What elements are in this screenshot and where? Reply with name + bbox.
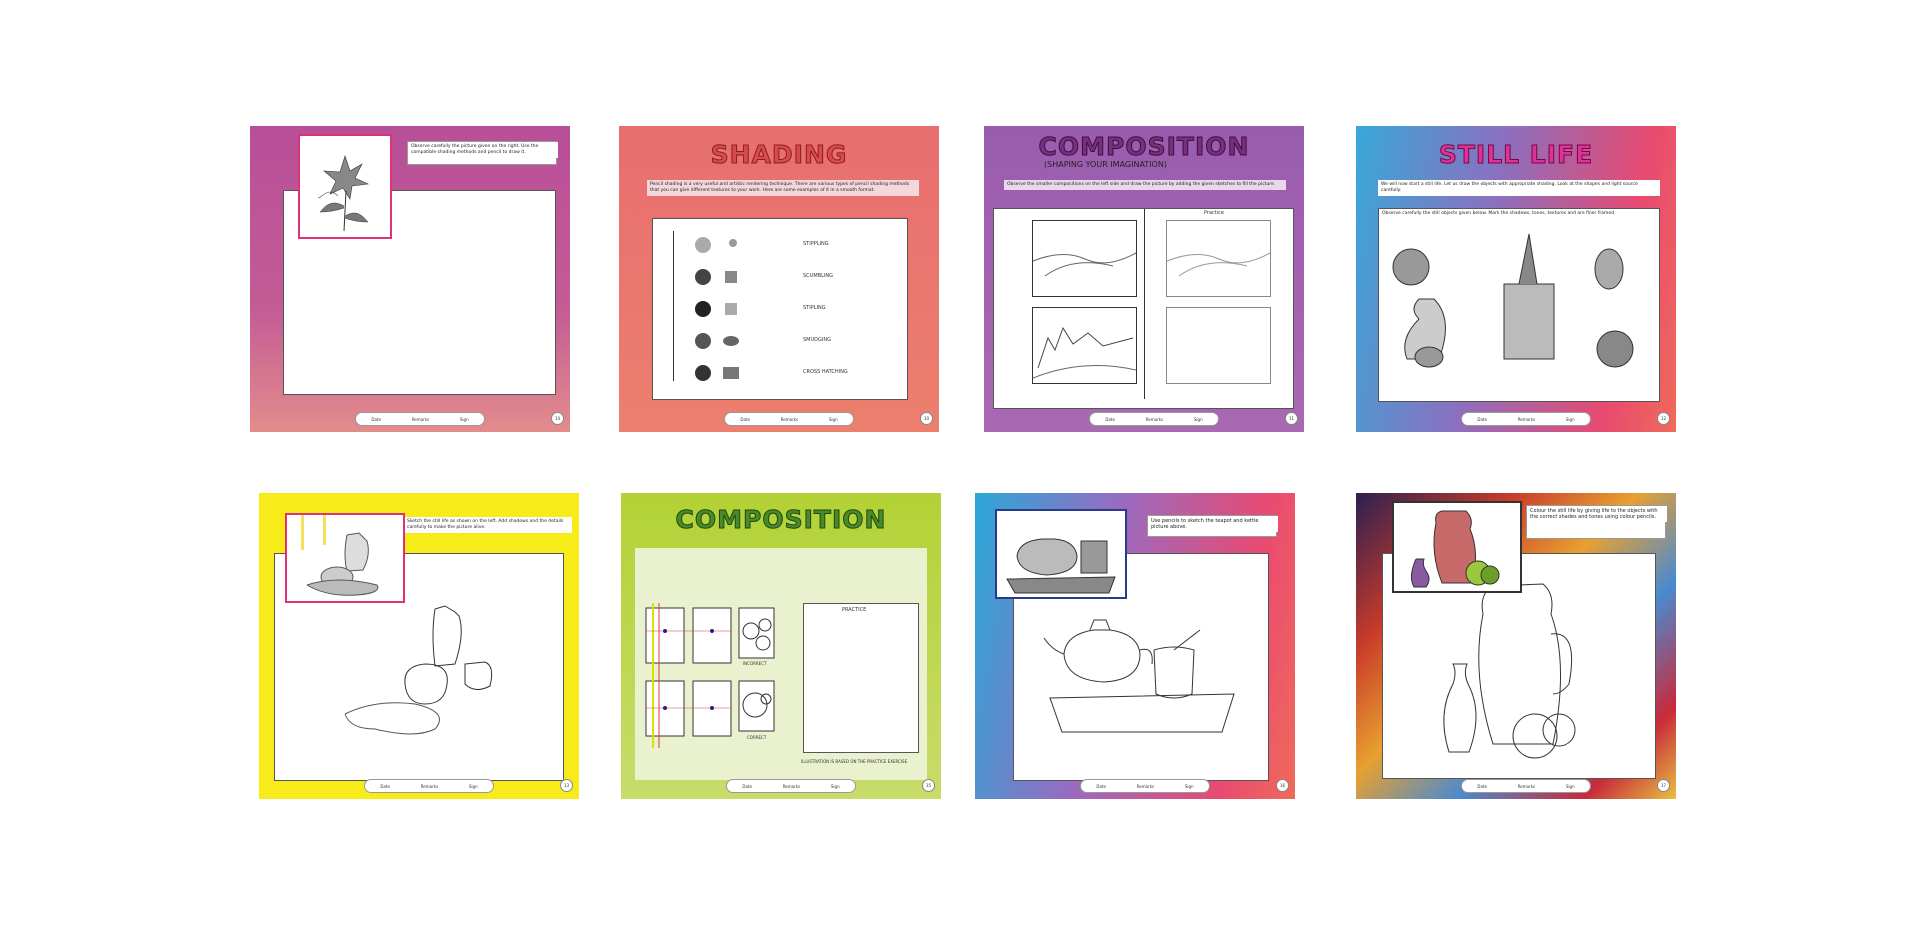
footer-date: Date [1096,783,1106,789]
footer-remarks: Remarks [1517,416,1536,422]
page-title: COMPOSITION [1038,132,1250,162]
instruction-text: Use pencils to sketch the teapot and ket… [1148,516,1278,532]
technique-label: SCUMBLING [803,273,833,279]
page-card-shading[interactable]: SHADING Pencil shading is a very useful … [619,126,939,432]
practice-label: PRACTICE [842,607,867,613]
page-card-composition-1[interactable]: COMPOSITION (SHAPING YOUR IMAGINATION) O… [984,126,1304,432]
footer-sign: Sign [1565,416,1575,422]
footer-sign: Sign [828,416,838,422]
footer-remarks: Remarks [411,416,430,422]
still-life-illustration [1392,233,1634,368]
footer-date: Date [1477,416,1487,422]
footer-sign: Sign [1193,416,1203,422]
footer-bar: Date Remarks Sign [1089,412,1219,426]
page-number: 10 [920,412,933,425]
footer-date: Date [1477,783,1487,789]
sample-box [1032,220,1137,297]
footer-sign: Sign [459,416,469,422]
practice-box [1166,307,1271,384]
reference-picture-flower [298,134,392,239]
page-card-flower[interactable]: Observe carefully the picture given on t… [250,126,570,432]
page-number: 12 [1657,412,1670,425]
footer-sign: Sign [468,783,478,789]
composition-panel: Practice [993,208,1294,409]
page-number: 14 [551,412,564,425]
practice-area[interactable]: PRACTICE [803,603,919,753]
page-title: STILL LIFE [1438,140,1594,170]
footer-remarks: Remarks [780,416,799,422]
footer-remarks: Remarks [782,783,801,789]
footer-bar: Date Remarks Sign [355,412,485,426]
panel-divider [1144,209,1145,399]
instruction-box: Use pencils to sketch the teapot and ket… [1147,515,1278,537]
jug-colour-reference [1410,510,1500,588]
footer-sign: Sign [830,783,840,789]
shading-samples [695,237,739,381]
page-number: 15 [922,779,935,792]
composition-grid [645,603,775,748]
technique-label: STIPLING [803,305,826,311]
footer-date: Date [380,783,390,789]
practice-box [1166,220,1271,297]
footer-bar: Date Remarks Sign [364,779,494,793]
practice-label: Practice [1204,210,1224,216]
shading-examples-panel: STIPPLING SCUMBLING STIPLING SMUDGING CR… [652,218,908,400]
instruction-text: Sketch the still life as shown on the le… [404,517,572,533]
page-card-teapot[interactable]: Use pencils to sketch the teapot and ket… [975,493,1295,799]
page-card-still-life-1[interactable]: STILL LIFE We will now start a still lif… [1356,126,1676,432]
reference-picture [1392,501,1522,593]
footer-bar: Date Remarks Sign [726,779,856,793]
page-card-jug[interactable]: Colour the still life by giving life to … [1356,493,1676,799]
page-number: 13 [560,779,573,792]
reference-picture [285,513,405,603]
technique-label: CROSS HATCHING [803,369,848,375]
instruction-box: Colour the still life by giving life to … [1526,505,1667,539]
footer-date: Date [1105,416,1115,422]
page-number: 17 [1657,779,1670,792]
technique-label: STIPPLING [803,241,829,247]
page-title: SHADING [710,140,848,170]
incorrect-label: INCORRECT [743,661,767,666]
footer-bar: Date Remarks Sign [1461,412,1591,426]
correct-label: CORRECT [747,735,767,740]
sample-box [1032,307,1137,384]
footer-date: Date [742,783,752,789]
technique-label: SMUDGING [803,337,831,343]
instruction-text: Pencil shading is a very useful and arti… [647,180,919,196]
footer-bar: Date Remarks Sign [724,412,854,426]
instruction-text: We will now start a still life. Let us d… [1378,180,1660,196]
instruction-text: Observe the smaller compositions on the … [1004,180,1286,190]
footer-date: Date [740,416,750,422]
instruction-text: Observe carefully the picture given on t… [408,142,558,158]
footer-remarks: Remarks [1517,783,1536,789]
footer-bar: Date Remarks Sign [1461,779,1591,793]
footer-remarks: Remarks [1136,783,1155,789]
footer-remarks: Remarks [1145,416,1164,422]
reference-sketch [301,515,379,596]
instruction-box: Observe carefully the picture given on t… [407,141,558,165]
reference-picture [995,509,1127,599]
page-card-composition-2[interactable]: COMPOSITION INCORRECT CORRECT PRACTICE I… [621,493,941,799]
instruction-text-secondary: Observe carefully the still objects give… [1379,209,1659,219]
footer-date: Date [371,416,381,422]
footer-sign: Sign [1565,783,1575,789]
page-title: COMPOSITION [675,505,887,535]
panel-divider [673,231,674,381]
page-number: 16 [1276,779,1289,792]
page-card-still-life-2[interactable]: Sketch the still life as shown on the le… [259,493,579,799]
footer-note: ILLUSTRATION IS BASED ON THE PRACTICE EX… [801,759,908,764]
footer-remarks: Remarks [420,783,439,789]
page-number: 11 [1285,412,1298,425]
footer-bar: Date Remarks Sign [1080,779,1210,793]
flower-illustration [317,155,370,232]
footer-sign: Sign [1184,783,1194,789]
still-life-panel: Observe carefully the still objects give… [1378,208,1660,402]
teapot-sketch [1006,538,1116,594]
instruction-text: Colour the still life by giving life to … [1527,506,1667,522]
grid-examples: INCORRECT CORRECT [641,603,776,748]
page-subtitle: (SHAPING YOUR IMAGINATION) [1044,160,1167,169]
